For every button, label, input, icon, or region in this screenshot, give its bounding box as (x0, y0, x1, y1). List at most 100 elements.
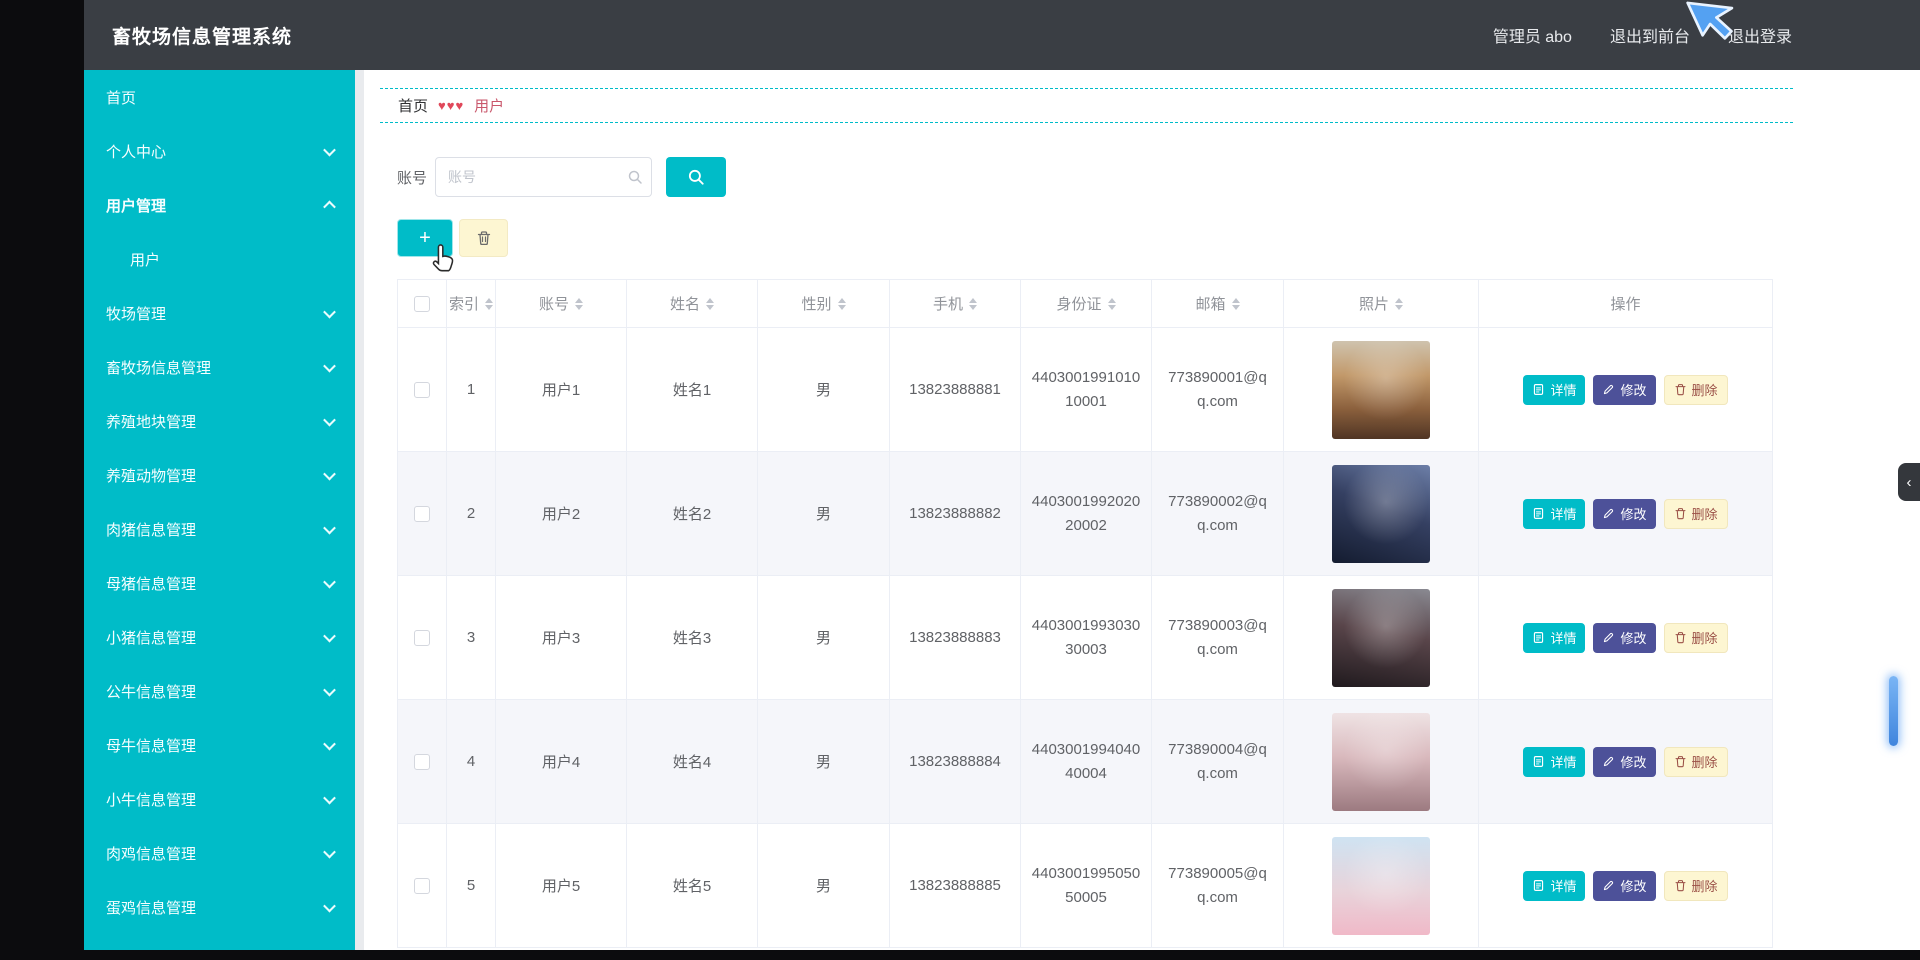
search-input[interactable] (435, 157, 653, 197)
sidebar-item-piglet-management[interactable]: 小猪信息管理 (84, 610, 356, 664)
detail-button[interactable]: 详情 (1523, 622, 1586, 653)
chevron-down-icon (322, 521, 336, 536)
user-photo[interactable] (1332, 712, 1430, 811)
row-checkbox[interactable] (414, 754, 430, 771)
add-button[interactable]: + (397, 219, 453, 257)
sort-icon[interactable] (969, 294, 977, 314)
table-row: 1 用户1 姓名1 男 13823888881 4403001991010100… (397, 327, 1773, 452)
search-label: 账号 (397, 169, 428, 187)
left-black-strip (0, 0, 84, 960)
edit-button[interactable]: 修改 (1593, 498, 1656, 529)
breadcrumb-current: 用户 (474, 98, 505, 115)
edit-button[interactable]: 修改 (1593, 870, 1656, 901)
cell-name: 姓名5 (626, 823, 758, 948)
col-account: 账号 (495, 279, 627, 328)
edit-button[interactable]: 修改 (1593, 374, 1656, 405)
navbar-admin-label[interactable]: 管理员 abo (1493, 23, 1572, 47)
chevron-down-icon (322, 413, 336, 428)
row-checkbox[interactable] (414, 878, 430, 895)
table-row: 5 用户5 姓名5 男 13823888885 4403001995050500… (397, 823, 1773, 948)
cell-gender: 男 (757, 575, 890, 700)
navbar-logout-link[interactable]: 退出登录 (1728, 23, 1792, 47)
sidebar-item-bull-management[interactable]: 公牛信息管理 (84, 664, 356, 718)
detail-button[interactable]: 详情 (1523, 374, 1586, 405)
cell-account: 用户1 (495, 327, 627, 452)
cell-index: 5 (446, 823, 496, 948)
col-name: 姓名 (626, 279, 758, 328)
sidebar-item-animal-management[interactable]: 养殖动物管理 (84, 448, 356, 502)
edit-button[interactable]: 修改 (1593, 622, 1656, 653)
chevron-down-icon (322, 143, 336, 158)
panel-collapse-tab[interactable]: ‹ (1898, 463, 1920, 501)
sidebar-item-sow-management[interactable]: 母猪信息管理 (84, 556, 356, 610)
cell-email: 773890004@qq.com (1151, 699, 1284, 824)
cell-index: 4 (446, 699, 496, 824)
sidebar-scrollbar[interactable] (355, 70, 364, 950)
sort-icon[interactable] (1107, 294, 1116, 314)
sort-icon[interactable] (1231, 294, 1240, 314)
table-row: 3 用户3 姓名3 男 13823888883 4403001993030300… (397, 575, 1773, 700)
sidebar-item-personal-center[interactable]: 个人中心 (84, 124, 356, 178)
chevron-down-icon (322, 845, 336, 860)
sort-icon[interactable] (575, 294, 583, 314)
sort-icon[interactable] (706, 294, 714, 314)
delete-button[interactable]: 删除 (1663, 622, 1728, 653)
sidebar-item-pasture-management[interactable]: 牧场管理 (84, 286, 356, 340)
sidebar-item-layer-hen-management[interactable]: 蛋鸡信息管理 (84, 880, 356, 934)
user-photo[interactable] (1332, 464, 1430, 563)
search-button[interactable] (666, 157, 727, 197)
cell-index: 2 (446, 451, 496, 576)
sidebar-item-user-management[interactable]: 用户管理 (84, 178, 356, 232)
search-icon (687, 168, 705, 186)
sort-icon[interactable] (485, 294, 493, 314)
navbar-right: 管理员 abo 退出到前台 退出登录 (1493, 23, 1920, 47)
sidebar-item-home[interactable]: 首页 (84, 70, 356, 124)
col-actions: 操作 (1478, 279, 1773, 328)
select-all-checkbox[interactable] (414, 296, 430, 313)
sidebar-item-farm-info-management[interactable]: 畜牧场信息管理 (84, 340, 356, 394)
row-checkbox[interactable] (414, 382, 430, 399)
user-photo[interactable] (1332, 340, 1430, 439)
detail-button[interactable]: 详情 (1523, 870, 1586, 901)
col-photo: 照片 (1283, 279, 1479, 328)
user-photo[interactable] (1332, 836, 1430, 935)
sidebar-item-calf-management[interactable]: 小牛信息管理 (84, 772, 356, 826)
detail-button[interactable]: 详情 (1523, 498, 1586, 529)
app-title: 畜牧场信息管理系统 (112, 26, 293, 48)
sort-icon[interactable] (1395, 294, 1403, 314)
row-checkbox[interactable] (414, 630, 430, 647)
col-index: 索引 (446, 279, 496, 328)
cell-idcard: 440300199202020002 (1020, 451, 1152, 576)
sidebar-item-cow-management[interactable]: 母牛信息管理 (84, 718, 356, 772)
row-checkbox[interactable] (414, 506, 430, 523)
breadcrumb-home[interactable]: 首页 (398, 95, 428, 116)
table-header-row: 索引 账号 姓名 性别 手机 身份证 邮箱 照片 操作 (397, 279, 1773, 328)
col-checkbox (397, 279, 447, 328)
detail-button[interactable]: 详情 (1523, 746, 1586, 777)
sidebar-item-plot-management[interactable]: 养殖地块管理 (84, 394, 356, 448)
user-photo[interactable] (1332, 588, 1430, 687)
search-input-wrap (435, 157, 653, 197)
delete-button[interactable]: 删除 (1663, 746, 1728, 777)
sidebar: 首页 个人中心 用户管理 用户 牧场管理 畜牧场信息管理 养殖地块管理 养殖动物… (84, 70, 356, 950)
search-row: 账号 (397, 157, 1793, 197)
cell-name: 姓名4 (626, 699, 758, 824)
content-card: 首页 ♥♥♥ 用户 账号 + (380, 88, 1793, 948)
sidebar-subitem-user[interactable]: 用户 (84, 232, 356, 286)
chevron-down-icon (322, 575, 336, 590)
sidebar-item-meat-pig-management[interactable]: 肉猪信息管理 (84, 502, 356, 556)
cell-idcard: 440300199505050005 (1020, 823, 1152, 948)
batch-delete-button[interactable] (459, 219, 508, 257)
delete-button[interactable]: 删除 (1663, 498, 1728, 529)
cell-phone: 13823888882 (889, 451, 1021, 576)
page-scrollbar-thumb[interactable] (1889, 676, 1898, 746)
delete-button[interactable]: 删除 (1663, 870, 1728, 901)
bottom-black-strip (0, 950, 1920, 960)
delete-button[interactable]: 删除 (1663, 374, 1728, 405)
navbar-exit-front-link[interactable]: 退出到前台 (1610, 23, 1690, 47)
col-idcard: 身份证 (1020, 279, 1152, 328)
edit-button[interactable]: 修改 (1593, 746, 1656, 777)
sidebar-item-broiler-management[interactable]: 肉鸡信息管理 (84, 826, 356, 880)
sort-icon[interactable] (837, 294, 846, 314)
cell-phone: 13823888881 (889, 327, 1021, 452)
